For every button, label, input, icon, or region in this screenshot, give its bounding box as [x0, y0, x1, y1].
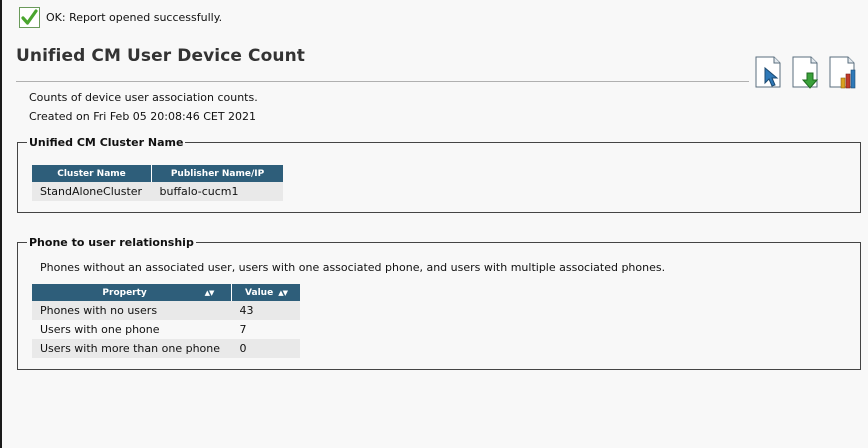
status-bar: OK: Report opened successfully.	[19, 6, 222, 28]
table-row: Phones with no users 43	[32, 301, 300, 320]
cluster-section-legend: Unified CM Cluster Name	[29, 136, 184, 149]
sort-arrows-icon[interactable]: ▲▼	[278, 289, 288, 297]
value-header-label: Value	[245, 287, 274, 298]
column-header-value[interactable]: Value ▲▼	[231, 284, 300, 301]
table-row: StandAloneCluster buffalo-cucm1	[32, 182, 283, 201]
report-created-date: Created on Fri Feb 05 20:08:46 CET 2021	[29, 110, 257, 123]
column-header-publisher: Publisher Name/IP	[151, 165, 283, 182]
view-report-icon[interactable]	[754, 56, 786, 90]
property-cell: Users with one phone	[32, 320, 232, 339]
sort-arrows-icon[interactable]: ▲▼	[205, 289, 215, 297]
page-title: Unified CM User Device Count	[16, 46, 306, 66]
property-cell: Phones with no users	[32, 301, 232, 320]
value-cell: 43	[231, 301, 300, 320]
chart-report-icon[interactable]	[828, 56, 860, 90]
title-divider	[16, 81, 749, 82]
download-report-icon[interactable]	[791, 56, 823, 90]
table-row: Users with one phone 7	[32, 320, 300, 339]
report-description: Counts of device user association counts…	[29, 91, 258, 104]
property-cell: Users with more than one phone	[32, 339, 232, 358]
relationship-section-legend: Phone to user relationship	[29, 236, 194, 249]
column-header-cluster-name: Cluster Name	[32, 165, 152, 182]
table-row: Users with more than one phone 0	[32, 339, 300, 358]
relationship-description: Phones without an associated user, users…	[40, 261, 666, 274]
report-toolbar	[754, 56, 860, 90]
cluster-name-cell: StandAloneCluster	[32, 182, 152, 201]
value-cell: 0	[231, 339, 300, 358]
relationship-table: Property ▲▼ Value ▲▼ Phones with no users …	[32, 284, 300, 358]
window-left-border	[0, 0, 2, 448]
cluster-table: Cluster Name Publisher Name/IP StandAlon…	[32, 165, 283, 201]
checkmark-icon	[19, 6, 40, 28]
publisher-cell: buffalo-cucm1	[151, 182, 283, 201]
status-message: OK: Report opened successfully.	[46, 10, 223, 24]
column-header-property[interactable]: Property ▲▼	[32, 284, 232, 301]
property-header-label: Property	[102, 287, 147, 298]
value-cell: 7	[231, 320, 300, 339]
